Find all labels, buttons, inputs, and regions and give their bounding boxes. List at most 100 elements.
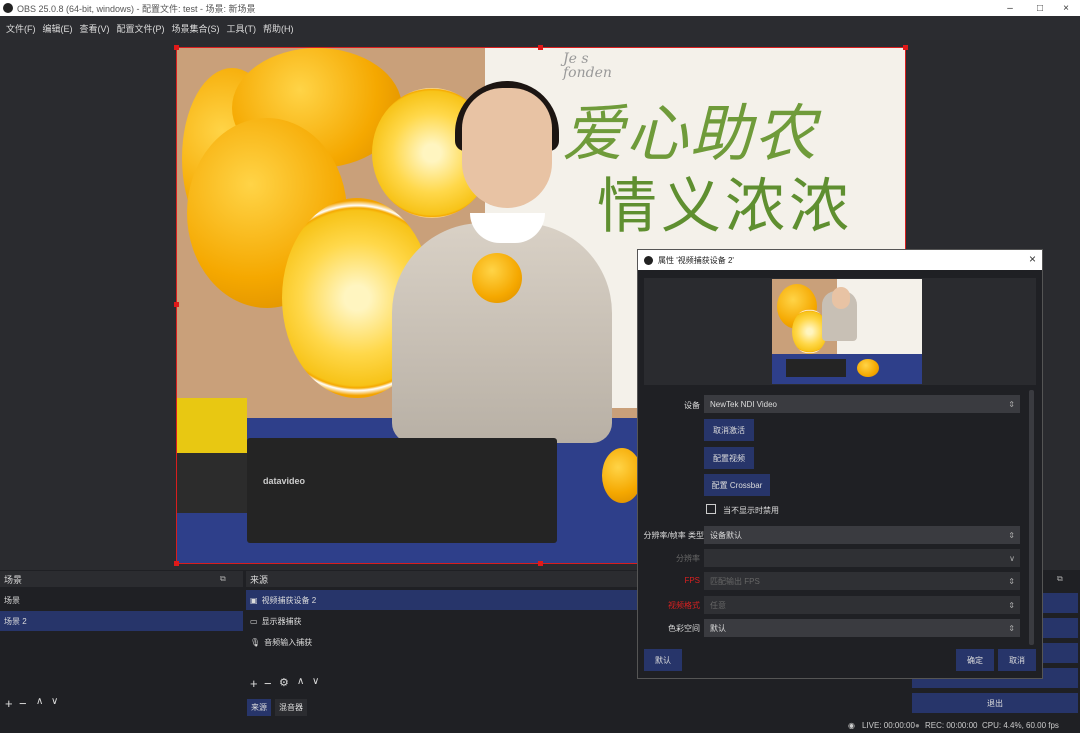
add-source-icon[interactable]: + <box>250 676 258 691</box>
source-item[interactable]: 🎙 音频输入捕获 <box>246 632 638 652</box>
orange-image <box>602 448 642 503</box>
resolution-type-value: 设备默认 <box>710 530 742 540</box>
resize-handle[interactable] <box>903 45 908 50</box>
video-format-select[interactable]: 任意 ⇕ <box>704 596 1020 614</box>
resize-handle[interactable] <box>174 302 179 307</box>
source-item[interactable]: ▭ 显示器捕获 <box>246 611 638 631</box>
video-format-label: 视频格式 <box>668 601 700 610</box>
obs-logo-icon <box>3 3 13 13</box>
yellow-box <box>177 398 247 458</box>
window-titlebar: OBS 25.0.8 (64-bit, windows) - 配置文件: tes… <box>0 0 1080 16</box>
fps-label: FPS <box>684 576 700 585</box>
status-bar: ◉ LIVE: 00:00:00 ● REC: 00:00:00 CPU: 4.… <box>0 718 1080 733</box>
device-select-value: NewTek NDI Video <box>710 399 777 409</box>
resize-handle[interactable] <box>538 561 543 566</box>
dialog-title: 属性 '视频捕获设备 2' <box>658 255 734 265</box>
close-button[interactable]: × <box>1052 0 1080 16</box>
undock-icon[interactable]: ⧉ <box>220 574 226 584</box>
source-label: 视频捕获设备 2 <box>261 595 317 605</box>
source-label: 音频输入捕获 <box>264 637 313 647</box>
updown-arrow-icon: ⇕ <box>1008 399 1015 409</box>
rec-status-icon: ● <box>915 721 920 730</box>
resolution-type-select[interactable]: 设备默认 ⇕ <box>704 526 1020 544</box>
presenter-face <box>462 88 552 208</box>
minimize-button[interactable]: – <box>996 0 1024 16</box>
menu-edit[interactable]: 编辑(E) <box>43 22 73 35</box>
scenes-title-label: 场景 <box>4 574 23 585</box>
chevron-down-icon: ∨ <box>1009 553 1015 563</box>
deactivate-when-hidden-label: 当不显示时禁用 <box>723 506 779 515</box>
resize-handle[interactable] <box>538 45 543 50</box>
updown-arrow-icon: ⇕ <box>1008 600 1015 610</box>
move-up-icon[interactable]: ∧ <box>297 676 304 687</box>
updown-arrow-icon: ⇕ <box>1008 530 1015 540</box>
cancel-button[interactable]: 取消 <box>998 649 1036 671</box>
scenes-dock-title: 场景 <box>0 571 243 587</box>
rec-timer: REC: 00:00:00 <box>925 721 978 730</box>
live-timer: LIVE: 00:00:00 <box>862 721 915 730</box>
camera-icon: ▣ <box>250 595 258 605</box>
gear-icon[interactable]: ⚙ <box>279 676 289 689</box>
sources-title-label: 来源 <box>250 574 269 585</box>
tab-sources[interactable]: 来源 <box>247 699 271 716</box>
remove-scene-icon[interactable]: − <box>19 696 27 711</box>
menu-profile[interactable]: 配置文件(P) <box>117 22 165 35</box>
resize-handle[interactable] <box>174 561 179 566</box>
resolution-label: 分辨率 <box>676 554 700 563</box>
fps-select[interactable]: 匹配输出 FPS ⇕ <box>704 572 1020 590</box>
video-format-value: 任意 <box>710 600 726 610</box>
source-label: 显示器捕获 <box>261 616 302 626</box>
updown-arrow-icon: ⇕ <box>1008 576 1015 586</box>
menu-help[interactable]: 帮助(H) <box>263 22 294 35</box>
properties-dialog: 属性 '视频捕获设备 2' × 设备 NewTek NDI Video ⇕ 取消… <box>637 249 1043 679</box>
properties-scrollbar[interactable] <box>1029 390 1034 645</box>
dialog-titlebar: 属性 '视频捕获设备 2' × <box>638 250 1042 270</box>
device-select[interactable]: NewTek NDI Video ⇕ <box>704 395 1020 413</box>
configure-crossbar-button[interactable]: 配置 Crossbar <box>704 474 770 496</box>
live-status-icon: ◉ <box>848 721 855 730</box>
deactivate-button[interactable]: 取消激活 <box>704 419 754 441</box>
defaults-button[interactable]: 默认 <box>644 649 682 671</box>
menu-bar: 文件(F) 编辑(E) 查看(V) 配置文件(P) 场景集合(S) 工具(T) … <box>0 16 1080 40</box>
backdrop-slogan-2: 情义浓浓 <box>597 172 853 242</box>
source-preview-thumbnail <box>772 279 922 384</box>
video-switcher-device <box>247 438 557 543</box>
deactivate-when-hidden-checkbox[interactable] <box>706 504 716 514</box>
updown-arrow-icon: ⇕ <box>1008 623 1015 633</box>
color-space-value: 默认 <box>710 623 726 633</box>
resolution-type-label: 分辨率/帧率 类型 <box>643 531 704 540</box>
maximize-button[interactable]: □ <box>1026 0 1054 16</box>
device-brand-label: datavideo <box>263 476 306 486</box>
remove-source-icon[interactable]: − <box>264 676 272 691</box>
menu-tools[interactable]: 工具(T) <box>227 22 257 35</box>
undock-icon[interactable]: ⧉ <box>1057 574 1063 584</box>
move-down-icon[interactable]: ∨ <box>312 676 319 687</box>
microphone-icon: 🎙 <box>250 637 261 647</box>
move-down-icon[interactable]: ∨ <box>51 696 58 707</box>
resolution-select[interactable]: ∨ <box>704 549 1020 567</box>
ok-button[interactable]: 确定 <box>956 649 994 671</box>
cpu-fps-readout: CPU: 4.4%, 60.00 fps <box>982 721 1059 730</box>
move-up-icon[interactable]: ∧ <box>36 696 43 707</box>
close-icon[interactable]: × <box>1029 252 1036 266</box>
scene-item[interactable]: 场景 2 <box>0 611 243 631</box>
sources-dock-title: 来源 <box>246 571 638 587</box>
scene-item[interactable]: 场景 <box>0 590 243 610</box>
color-space-select[interactable]: 默认 ⇕ <box>704 619 1020 637</box>
menu-view[interactable]: 查看(V) <box>80 22 110 35</box>
color-space-label: 色彩空间 <box>668 624 700 633</box>
configure-video-button[interactable]: 配置视频 <box>704 447 754 469</box>
small-device <box>177 453 252 513</box>
device-label: 设备 <box>684 401 700 410</box>
exit-button[interactable]: 退出 <box>912 693 1078 713</box>
source-item[interactable]: ▣ 视频捕获设备 2 <box>246 590 638 610</box>
resize-handle[interactable] <box>174 45 179 50</box>
add-scene-icon[interactable]: + <box>5 696 13 711</box>
menu-file[interactable]: 文件(F) <box>6 22 36 35</box>
window-title: OBS 25.0.8 (64-bit, windows) - 配置文件: tes… <box>17 3 256 14</box>
obs-logo-icon <box>644 255 653 265</box>
menu-scene-collection[interactable]: 场景集合(S) <box>172 22 220 35</box>
tab-mixer[interactable]: 混音器 <box>275 699 307 716</box>
monitor-icon: ▭ <box>250 616 258 626</box>
held-orange <box>472 253 522 303</box>
